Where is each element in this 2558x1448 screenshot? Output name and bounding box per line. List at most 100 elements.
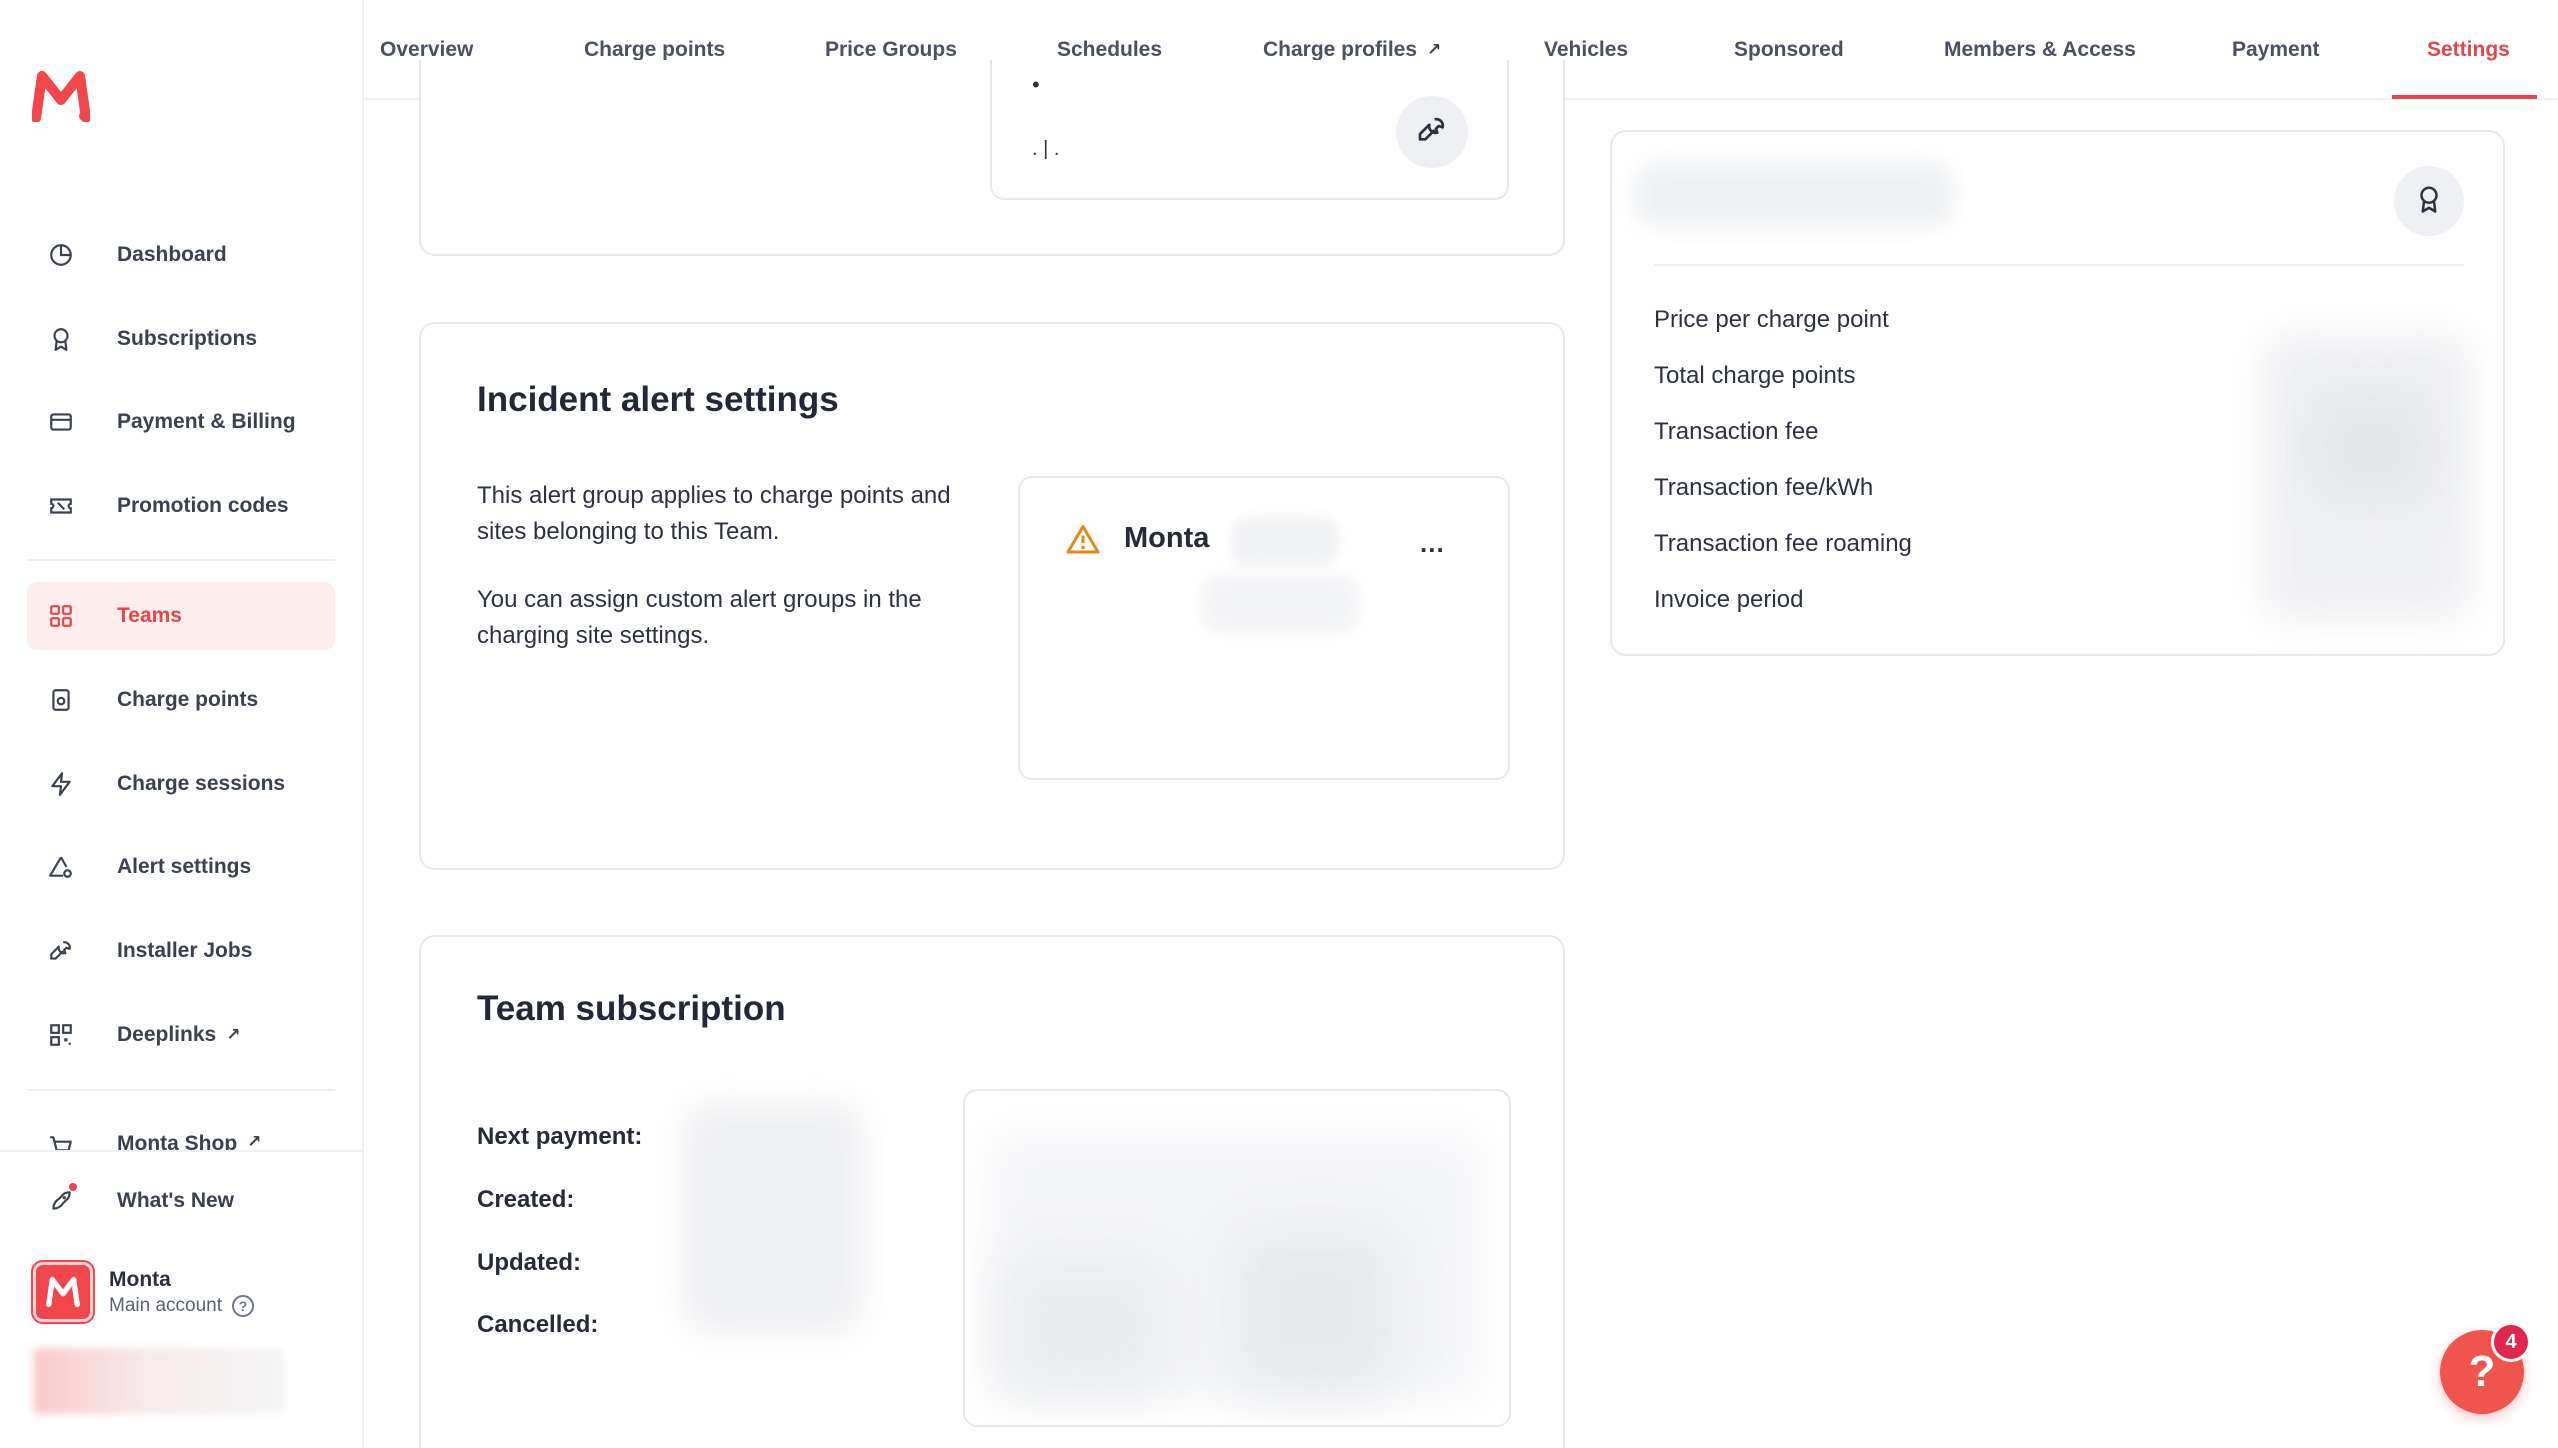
redacted-block xyxy=(2312,392,2432,502)
alert-group-name: Monta xyxy=(1124,522,1210,554)
redacted-block xyxy=(1634,162,1954,226)
tab-label: Schedules xyxy=(1057,38,1163,61)
sidebar-item-label: Promotion codes xyxy=(117,494,289,517)
sidebar-item-label: Teams xyxy=(117,604,182,627)
rocket-icon xyxy=(47,1183,77,1215)
card-icon xyxy=(47,408,75,436)
tab-label: Settings xyxy=(2427,38,2510,61)
redacted-glyph: . | . xyxy=(1032,138,1060,160)
clock-pie-icon xyxy=(47,241,75,269)
transaction-fee-label: Transaction fee xyxy=(1654,418,1819,445)
redacted-block xyxy=(1230,516,1340,566)
sidebar-item-subscriptions[interactable]: Subscriptions xyxy=(27,305,335,373)
subscription-award-button[interactable] xyxy=(2394,166,2464,236)
ticket-icon xyxy=(47,492,75,520)
installer-wrench-button[interactable] xyxy=(1396,96,1468,168)
next-payment-label: Next payment: xyxy=(477,1123,643,1150)
created-label: Created: xyxy=(477,1186,575,1213)
invoice-period-label: Invoice period xyxy=(1654,586,1804,613)
total-charge-points-label: Total charge points xyxy=(1654,362,1856,389)
transaction-fee-kwh-label: Transaction fee/kWh xyxy=(1654,474,1874,501)
redacted-block xyxy=(683,1103,863,1333)
redacted-block xyxy=(1200,574,1360,634)
tab-label: Members & Access xyxy=(1944,38,2136,61)
active-tab-indicator xyxy=(2392,95,2537,99)
sidebar-divider xyxy=(27,559,335,561)
tab-label: Sponsored xyxy=(1734,38,1844,61)
external-link-icon: ↗ xyxy=(226,1025,241,1044)
whats-new-button[interactable]: What's New xyxy=(27,1167,335,1235)
redacted-block xyxy=(1005,1261,1165,1391)
grid-icon xyxy=(47,602,75,630)
external-link-icon: ↗ xyxy=(247,1132,262,1150)
sidebar-item-label: Installer Jobs xyxy=(117,939,253,962)
account-type: Main account xyxy=(109,1294,223,1316)
sidebar-item-label: Charge points xyxy=(117,688,259,711)
price-per-charge-point-label: Price per charge point xyxy=(1654,306,1889,333)
tab-payment[interactable]: Payment xyxy=(2232,0,2320,100)
sidebar-item-teams[interactable]: Teams xyxy=(27,582,335,650)
tab-members-access[interactable]: Members & Access xyxy=(1944,0,2136,100)
alert-gear-icon xyxy=(47,853,75,881)
warning-icon xyxy=(1064,522,1102,563)
sidebar: Dashboard Subscriptions Payment & Billin… xyxy=(0,0,364,1448)
wrench-icon xyxy=(47,937,75,965)
alert-group-box[interactable]: Monta ... xyxy=(1018,476,1510,780)
sidebar-item-label: Monta Shop xyxy=(117,1132,238,1150)
incident-alert-card: Incident alert settings This alert group… xyxy=(419,322,1565,870)
sidebar-item-charge-sessions[interactable]: Charge sessions xyxy=(27,750,335,818)
incident-alert-title: Incident alert settings xyxy=(477,380,839,419)
sidebar-item-deeplinks[interactable]: Deeplinks ↗ xyxy=(27,1001,335,1069)
tab-label: Overview xyxy=(380,38,474,61)
cart-icon xyxy=(47,1132,75,1150)
sidebar-item-label: Alert settings xyxy=(117,855,252,878)
team-subscription-card: Team subscription Next payment: Created:… xyxy=(419,935,1565,1448)
notification-dot xyxy=(69,1183,77,1191)
tab-sponsored[interactable]: Sponsored xyxy=(1734,0,1844,100)
tab-label: Charge points xyxy=(584,38,726,61)
sidebar-item-alert-settings[interactable]: Alert settings xyxy=(27,833,335,901)
tab-settings[interactable]: Settings xyxy=(2427,0,2510,100)
tab-label: Vehicles xyxy=(1544,38,1629,61)
external-link-icon: ↗ xyxy=(1427,40,1442,59)
installer-box: • . | . xyxy=(990,60,1509,200)
whats-new-label: What's New xyxy=(117,1189,235,1212)
sidebar-item-label: Payment & Billing xyxy=(117,410,296,433)
redacted-glyph: • xyxy=(1032,72,1040,97)
award-icon xyxy=(47,325,75,353)
sidebar-divider xyxy=(27,1089,335,1091)
sidebar-item-monta-shop[interactable]: Monta Shop ↗ xyxy=(27,1112,335,1150)
sidebar-item-charge-points[interactable]: Charge points xyxy=(27,666,335,734)
award-icon xyxy=(2414,184,2444,219)
alert-group-menu-button[interactable]: ... xyxy=(1420,528,1445,559)
help-label: ? xyxy=(2468,1347,2496,1396)
qr-icon xyxy=(47,1021,75,1049)
team-subscription-title: Team subscription xyxy=(477,989,786,1028)
sidebar-item-label: Subscriptions xyxy=(117,327,258,350)
charger-icon xyxy=(47,686,75,714)
tab-label: Price Groups xyxy=(825,38,957,61)
monta-logo[interactable] xyxy=(31,70,91,123)
sidebar-item-payment-billing[interactable]: Payment & Billing xyxy=(27,388,335,456)
updated-label: Updated: xyxy=(477,1249,581,1276)
sidebar-item-label: Charge sessions xyxy=(117,772,286,795)
help-icon[interactable]: ? xyxy=(232,1294,255,1317)
sidebar-item-promotion-codes[interactable]: Promotion codes xyxy=(27,472,335,540)
sidebar-item-label: Deeplinks xyxy=(117,1023,217,1046)
incident-alert-description: This alert group applies to charge point… xyxy=(477,482,951,545)
subscription-plan-box xyxy=(963,1089,1511,1427)
redacted-block xyxy=(33,1348,285,1414)
account-name: Monta xyxy=(109,1267,171,1291)
account-switcher[interactable]: Monta Main account ? xyxy=(31,1260,255,1324)
bolt-icon xyxy=(47,770,75,798)
pricing-divider xyxy=(1654,264,2464,266)
account-avatar xyxy=(31,1260,95,1324)
transaction-fee-roaming-label: Transaction fee roaming xyxy=(1654,530,1912,557)
cancelled-label: Cancelled: xyxy=(477,1311,599,1338)
sidebar-item-installer-jobs[interactable]: Installer Jobs xyxy=(27,917,335,985)
sidebar-item-dashboard[interactable]: Dashboard xyxy=(27,221,335,289)
help-notification-badge: 4 xyxy=(2491,1322,2531,1362)
tab-label: Charge profiles xyxy=(1263,38,1418,61)
tab-label: Payment xyxy=(2232,38,2320,61)
sidebar-item-label: Dashboard xyxy=(117,243,227,266)
